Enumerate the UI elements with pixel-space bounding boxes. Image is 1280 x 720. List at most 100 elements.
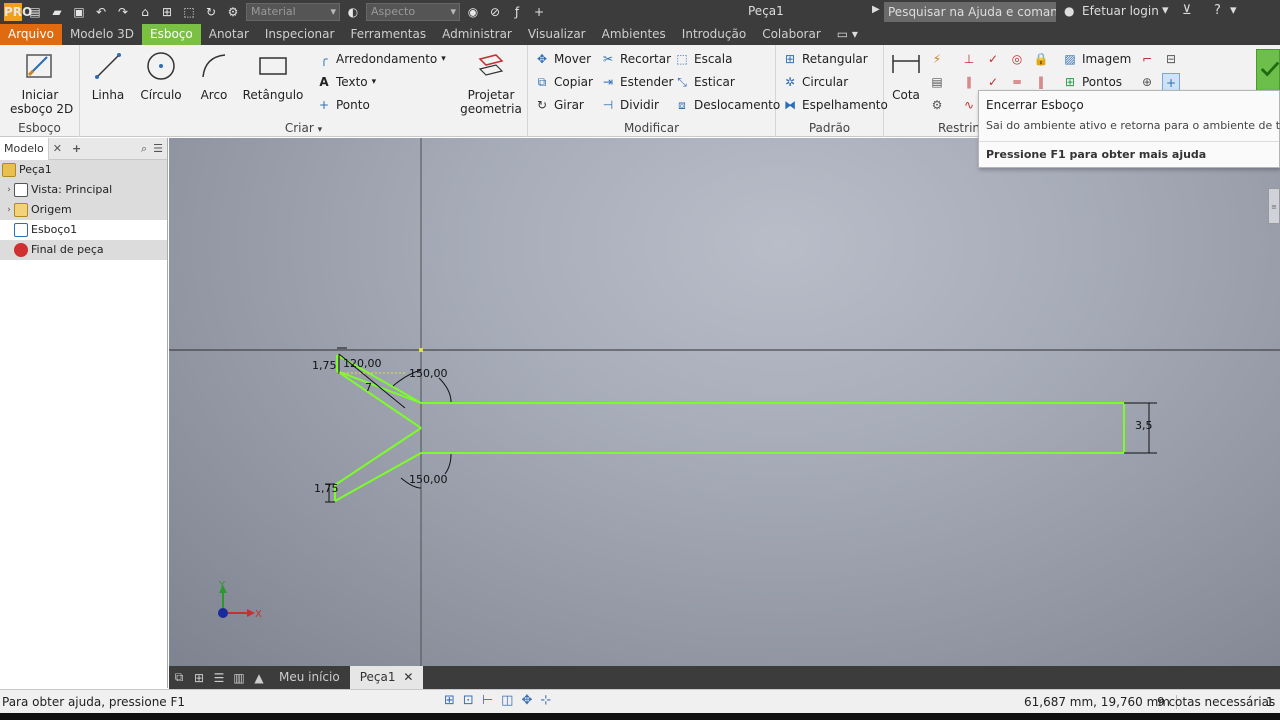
cascade-windows-icon[interactable]: ⧉ xyxy=(169,670,189,685)
tile-vertical-icon[interactable]: ▥ xyxy=(229,671,249,685)
tree-item-sketch[interactable]: Esboço1 xyxy=(0,220,167,240)
rectangular-pattern-button[interactable]: ⊞ Retangular xyxy=(782,50,868,68)
select-other-icon[interactable]: ✥ xyxy=(521,693,532,708)
rectangle-button[interactable]: Retângulo xyxy=(242,49,304,102)
image-button[interactable]: ▨ Imagem xyxy=(1062,50,1131,68)
arc-button[interactable]: Arco xyxy=(194,49,234,102)
tab-inspecionar[interactable]: Inspecionar xyxy=(257,24,343,45)
arrange-up-icon[interactable]: ▲ xyxy=(249,671,269,685)
tab-visualizar[interactable]: Visualizar xyxy=(520,24,594,45)
point-button[interactable]: + Ponto xyxy=(316,96,370,114)
tab-document-peca1[interactable]: Peça1 ✕ xyxy=(349,666,424,689)
offset-button[interactable]: ⧈ Deslocamento xyxy=(674,96,780,114)
app-logo[interactable]: PRO xyxy=(4,3,32,21)
tab-colaborar[interactable]: Colaborar xyxy=(754,24,829,45)
line-button[interactable]: Linha xyxy=(88,49,128,102)
tab-administrar[interactable]: Administrar xyxy=(434,24,520,45)
tree-item-end-of-part[interactable]: Final de peça xyxy=(0,240,167,260)
circle-button[interactable]: Círculo xyxy=(138,49,184,102)
points-button[interactable]: ⊞ Pontos xyxy=(1062,73,1122,91)
fillet-chevron-icon[interactable]: ▾ xyxy=(441,54,446,64)
material-select[interactable]: Material xyxy=(246,3,340,21)
scale-button[interactable]: ⬚ Escala xyxy=(674,50,732,68)
appearance-select[interactable]: Aspecto xyxy=(366,3,460,21)
start-sketch-button[interactable]: Iniciar esboço 2D xyxy=(10,49,73,116)
smooth-icon[interactable]: ∿ xyxy=(960,96,978,114)
auto-dimension-icon[interactable]: ⚡ xyxy=(928,50,946,68)
help-search-input[interactable]: Pesquisar na Ajuda e comandos... xyxy=(884,2,1056,22)
clear-appearance-icon[interactable]: ⊘ xyxy=(486,3,504,21)
select-mode-icon[interactable]: ⬚ xyxy=(180,3,198,21)
plus-icon[interactable]: + xyxy=(530,3,548,21)
expand-icon[interactable]: › xyxy=(4,180,14,200)
show-constraints-icon[interactable]: ▤ xyxy=(928,73,946,91)
tab-introducao[interactable]: Introdução xyxy=(674,24,754,45)
snap-point-icon[interactable]: ⊹ xyxy=(540,693,551,708)
construction-icon[interactable]: ⊕ xyxy=(1138,73,1156,91)
parallel-icon[interactable]: ∥ xyxy=(960,73,978,91)
rotate-button[interactable]: ↻ Girar xyxy=(534,96,584,114)
fillet-button[interactable]: ╭ Arredondamento ▾ xyxy=(316,50,446,68)
help-icon[interactable]: ? xyxy=(1214,3,1221,18)
extend-button[interactable]: ⇥ Estender xyxy=(600,73,674,91)
perpendicular-icon[interactable]: ⊥ xyxy=(960,50,978,68)
tile-windows-icon[interactable]: ⊞ xyxy=(189,671,209,685)
stretch-button[interactable]: ⤡ Esticar xyxy=(674,73,735,91)
concentric-icon[interactable]: ◎ xyxy=(1008,50,1026,68)
graphics-window[interactable]: 120,00 1,75 7 150,00 150,00 1,75 3,5 Y X… xyxy=(169,138,1280,666)
trim-button[interactable]: ✂ Recortar xyxy=(600,50,671,68)
show-format-icon[interactable]: ⌐ xyxy=(1138,50,1156,68)
horizontal-icon[interactable]: ═ xyxy=(1008,73,1026,91)
fix-lock-icon[interactable]: 🔒 xyxy=(1032,50,1050,68)
menu-icon[interactable]: ☰ xyxy=(153,142,163,156)
chevron-right-icon[interactable]: ▶ xyxy=(872,4,880,15)
open-drawing-icon[interactable]: ⊞ xyxy=(158,3,176,21)
coincident-icon[interactable]: ✓ xyxy=(984,50,1002,68)
project-geometry-button[interactable]: Projetar geometria xyxy=(458,49,524,116)
function-icon[interactable]: ƒ xyxy=(508,3,526,21)
save-icon[interactable]: ▣ xyxy=(70,3,88,21)
close-icon[interactable]: ✕ xyxy=(49,142,66,155)
navigation-bar-handle[interactable]: ≡ xyxy=(1268,188,1280,224)
text-chevron-icon[interactable]: ▾ xyxy=(372,77,377,87)
import-icon[interactable]: ⊟ xyxy=(1162,50,1180,68)
text-button[interactable]: A Texto ▾ xyxy=(316,73,376,91)
redo-icon[interactable]: ↷ xyxy=(114,3,132,21)
tile-horizontal-icon[interactable]: ☰ xyxy=(209,671,229,685)
vertical-icon[interactable]: ‖ xyxy=(1032,73,1050,91)
tab-ambientes[interactable]: Ambientes xyxy=(594,24,674,45)
new-file-icon[interactable]: ▤ xyxy=(26,3,44,21)
grid-snap-icon[interactable]: ⊞ xyxy=(444,693,455,708)
undo-icon[interactable]: ↶ xyxy=(92,3,110,21)
login-link[interactable]: Efetuar login xyxy=(1082,4,1159,18)
home-icon[interactable]: ⌂ xyxy=(136,3,154,21)
tree-item-view[interactable]: › Vista: Principal xyxy=(0,180,167,200)
open-file-icon[interactable]: ▰ xyxy=(48,3,66,21)
search-icon[interactable]: ⌕ xyxy=(141,142,147,156)
mirror-button[interactable]: ⧓ Espelhamento xyxy=(782,96,888,114)
dimension-button[interactable]: Cota xyxy=(888,49,924,102)
tab-arquivo[interactable]: Arquivo xyxy=(0,24,62,45)
constraint-inference-icon[interactable]: ⊡ xyxy=(463,693,474,708)
help-chevron-icon[interactable]: ▾ xyxy=(1230,3,1237,18)
update-icon[interactable]: ↻ xyxy=(202,3,220,21)
adjust-icon[interactable]: ◉ xyxy=(464,3,482,21)
settings-icon[interactable]: ⚙ xyxy=(224,3,242,21)
appearance-icon[interactable]: ◐ xyxy=(344,3,362,21)
copy-button[interactable]: ⧉ Copiar xyxy=(534,73,593,91)
tab-modelo[interactable]: Modelo xyxy=(0,137,49,160)
split-button[interactable]: ⊣ Dividir xyxy=(600,96,659,114)
slice-graphics-icon[interactable]: ◫ xyxy=(501,693,513,708)
expand-icon[interactable]: › xyxy=(4,200,14,220)
tab-modelo-3d[interactable]: Modelo 3D xyxy=(62,24,142,45)
cart-icon[interactable]: ⊻ xyxy=(1182,3,1192,18)
center-point-icon[interactable]: + xyxy=(1162,73,1180,91)
finish-sketch-button[interactable] xyxy=(1256,49,1280,93)
tree-item-origin[interactable]: › Origem xyxy=(0,200,167,220)
dimension-display-icon[interactable]: ⊢ xyxy=(482,693,493,708)
tree-item-part[interactable]: Peça1 xyxy=(0,160,167,180)
sketch-view[interactable]: 120,00 1,75 7 150,00 150,00 1,75 3,5 Y X xyxy=(169,138,1280,666)
tab-ferramentas[interactable]: Ferramentas xyxy=(342,24,434,45)
ribbon-toggle-icon[interactable]: ▭ ▾ xyxy=(829,24,866,45)
tab-home[interactable]: Meu início xyxy=(269,666,350,689)
